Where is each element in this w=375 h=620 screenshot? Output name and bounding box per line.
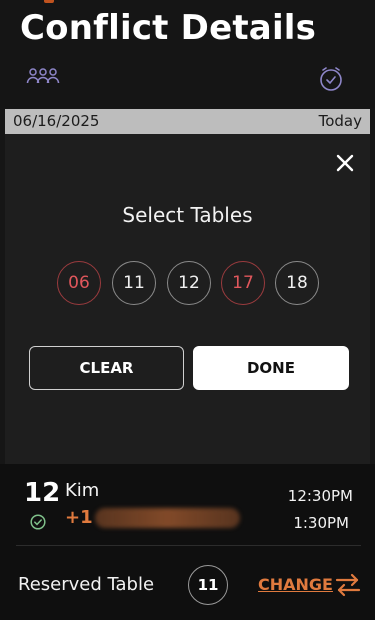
guest-phone[interactable]: +1 [65, 507, 240, 528]
reserved-table-chip: 11 [188, 565, 228, 605]
phone-redacted [94, 508, 240, 528]
today-label[interactable]: Today [319, 112, 362, 130]
time-start: 12:30PM [287, 487, 353, 505]
table-chip-06[interactable]: 06 [57, 261, 101, 305]
table-options: 06 11 12 17 18 [57, 261, 322, 307]
page-title: Conflict Details [20, 8, 317, 48]
modal-title: Select Tables [122, 203, 253, 227]
clear-button[interactable]: CLEAR [29, 346, 184, 390]
table-chip-11[interactable]: 11 [112, 261, 156, 305]
change-table-link[interactable]: CHANGE [258, 575, 333, 594]
guest-name: Kim [65, 480, 100, 501]
divider [16, 545, 361, 546]
table-chip-17[interactable]: 17 [221, 261, 265, 305]
table-chip-18[interactable]: 18 [275, 261, 319, 305]
selected-date: 06/16/2025 [13, 112, 100, 130]
people-group-icon[interactable] [26, 66, 60, 86]
reserved-table-label: Reserved Table [18, 574, 155, 595]
clock-check-icon[interactable] [318, 66, 344, 92]
check-circle-icon [30, 514, 46, 530]
swap-arrows-icon[interactable] [334, 572, 362, 598]
time-end: 1:30PM [293, 514, 349, 532]
phone-prefix: +1 [65, 507, 93, 528]
reservation-table-number: 12 [24, 478, 61, 508]
close-icon[interactable] [332, 150, 358, 176]
table-chip-12[interactable]: 12 [167, 261, 211, 305]
done-button[interactable]: DONE [193, 346, 349, 390]
date-bar: 06/16/2025 Today [5, 109, 370, 134]
top-accent-sliver [44, 0, 54, 3]
